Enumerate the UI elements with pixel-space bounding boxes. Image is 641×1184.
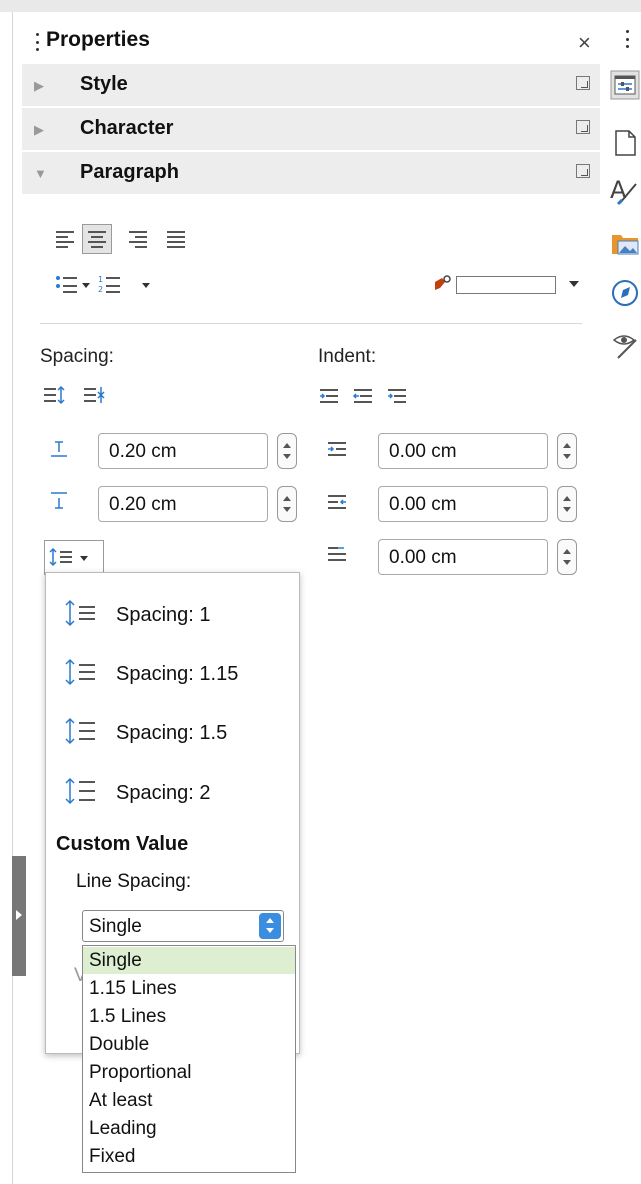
sidebar-collapse-handle[interactable] — [12, 856, 26, 976]
line-spacing-select[interactable]: Single — [82, 910, 284, 942]
hanging-indent-icon[interactable] — [388, 389, 406, 403]
panel-title: Properties — [46, 28, 150, 51]
spacing-2-option[interactable]: Spacing: 2 — [62, 773, 292, 813]
option-label: Spacing: 1.15 — [116, 663, 239, 685]
option-1-5-lines[interactable]: 1.5 Lines — [83, 1003, 295, 1030]
selected-value: Single — [89, 916, 142, 937]
section-label: Style — [80, 73, 128, 95]
before-text-indent-field[interactable]: 0.00 cm — [378, 433, 548, 469]
before-text-indent-icon — [328, 442, 346, 456]
first-line-indent-field[interactable]: 0.00 cm — [378, 539, 548, 575]
spacing-label: Spacing: — [40, 346, 114, 367]
svg-text:2: 2 — [98, 285, 103, 294]
increase-indent-icon[interactable] — [320, 389, 338, 403]
justify-button[interactable] — [162, 224, 192, 254]
section-paragraph-header[interactable]: ▼ Paragraph — [22, 152, 600, 194]
section-style-header[interactable]: ▶ Style — [22, 64, 600, 106]
indent-buttons — [320, 389, 406, 403]
option-label: Spacing: 1 — [116, 604, 211, 626]
below-spacing-field[interactable]: 0.20 cm — [98, 486, 268, 522]
line-spacing-icon — [65, 717, 95, 745]
section-divider — [40, 323, 582, 324]
properties-icon[interactable] — [610, 70, 640, 100]
increase-paragraph-spacing-icon[interactable] — [44, 385, 65, 405]
line-spacing-label: Line Spacing: — [76, 871, 192, 892]
first-line-indent-stepper[interactable] — [557, 539, 577, 575]
spacing-1-5-option[interactable]: Spacing: 1.5 — [62, 713, 292, 753]
more-options-icon[interactable] — [576, 120, 590, 134]
below-paragraph-spacing-icon — [51, 492, 67, 509]
gallery-icon[interactable] — [610, 228, 640, 258]
list-buttons: 1 2 — [56, 275, 150, 294]
option-double[interactable]: Double — [83, 1031, 295, 1058]
above-spacing-field[interactable]: 0.20 cm — [98, 433, 268, 469]
decrease-paragraph-spacing-icon[interactable] — [84, 387, 105, 403]
line-spacing-button[interactable] — [44, 540, 104, 575]
after-text-indent-field[interactable]: 0.00 cm — [378, 486, 548, 522]
align-center-button[interactable] — [82, 224, 112, 254]
first-line-indent-icon — [328, 547, 346, 561]
option-at-least[interactable]: At least — [83, 1087, 295, 1114]
collapse-arrow-icon: ▼ — [34, 166, 47, 181]
panel-grip-icon[interactable] — [36, 33, 39, 51]
sidebar-menu-icon[interactable] — [626, 30, 629, 48]
decrease-indent-icon[interactable] — [352, 389, 372, 403]
align-left-button[interactable] — [51, 224, 81, 254]
after-text-indent-icon — [328, 495, 346, 509]
expand-arrow-icon: ▶ — [34, 78, 44, 93]
line-spacing-icon — [65, 658, 95, 686]
accessibility-icon[interactable] — [610, 330, 640, 360]
svg-text:A: A — [610, 176, 627, 204]
chevron-down-icon — [82, 283, 90, 288]
option-label: Spacing: 2 — [116, 782, 211, 804]
spacing-1-15-option[interactable]: Spacing: 1.15 — [62, 654, 292, 694]
line-spacing-icon — [49, 547, 88, 567]
dropdown-toggle-icon[interactable] — [259, 913, 281, 939]
chevron-down-icon — [142, 283, 150, 288]
line-spacing-icon — [65, 777, 95, 805]
align-right-button[interactable] — [124, 224, 154, 254]
expand-arrow-icon: ▶ — [34, 122, 44, 137]
bulleted-list-icon[interactable] — [56, 276, 77, 293]
background-color-swatch[interactable] — [456, 276, 556, 294]
option-1-15-lines[interactable]: 1.15 Lines — [83, 975, 295, 1002]
below-spacing-stepper[interactable] — [277, 486, 297, 522]
after-text-indent-stepper[interactable] — [557, 486, 577, 522]
window-top-strip — [0, 0, 641, 12]
more-options-icon[interactable] — [576, 76, 590, 90]
option-single[interactable]: Single — [83, 947, 295, 974]
line-spacing-options-list: Single 1.15 Lines 1.5 Lines Double Propo… — [82, 945, 296, 1173]
svg-text:1: 1 — [98, 275, 103, 284]
paragraph-background-icon[interactable] — [432, 274, 454, 296]
above-paragraph-spacing-icon — [51, 441, 67, 457]
chevron-down-icon[interactable] — [568, 280, 580, 288]
line-spacing-icon — [65, 599, 95, 627]
custom-value-heading: Custom Value — [56, 833, 189, 855]
spacing-1-option[interactable]: Spacing: 1 — [62, 595, 292, 635]
navigator-icon[interactable] — [610, 278, 640, 308]
styles-icon[interactable]: A — [610, 176, 640, 206]
above-spacing-stepper[interactable] — [277, 433, 297, 469]
numbered-list-icon[interactable]: 1 2 — [98, 275, 120, 294]
indent-label: Indent: — [318, 346, 377, 367]
section-character-header[interactable]: ▶ Character — [22, 108, 600, 150]
spacing-buttons — [44, 385, 105, 405]
option-fixed[interactable]: Fixed — [83, 1143, 295, 1170]
close-icon[interactable]: × — [578, 30, 591, 56]
option-proportional[interactable]: Proportional — [83, 1059, 295, 1086]
option-label: Spacing: 1.5 — [116, 722, 228, 744]
before-text-indent-stepper[interactable] — [557, 433, 577, 469]
page-icon[interactable] — [610, 128, 640, 158]
section-label: Character — [80, 117, 174, 139]
more-options-icon[interactable] — [576, 164, 590, 178]
option-leading[interactable]: Leading — [83, 1115, 295, 1142]
section-label: Paragraph — [80, 161, 179, 183]
